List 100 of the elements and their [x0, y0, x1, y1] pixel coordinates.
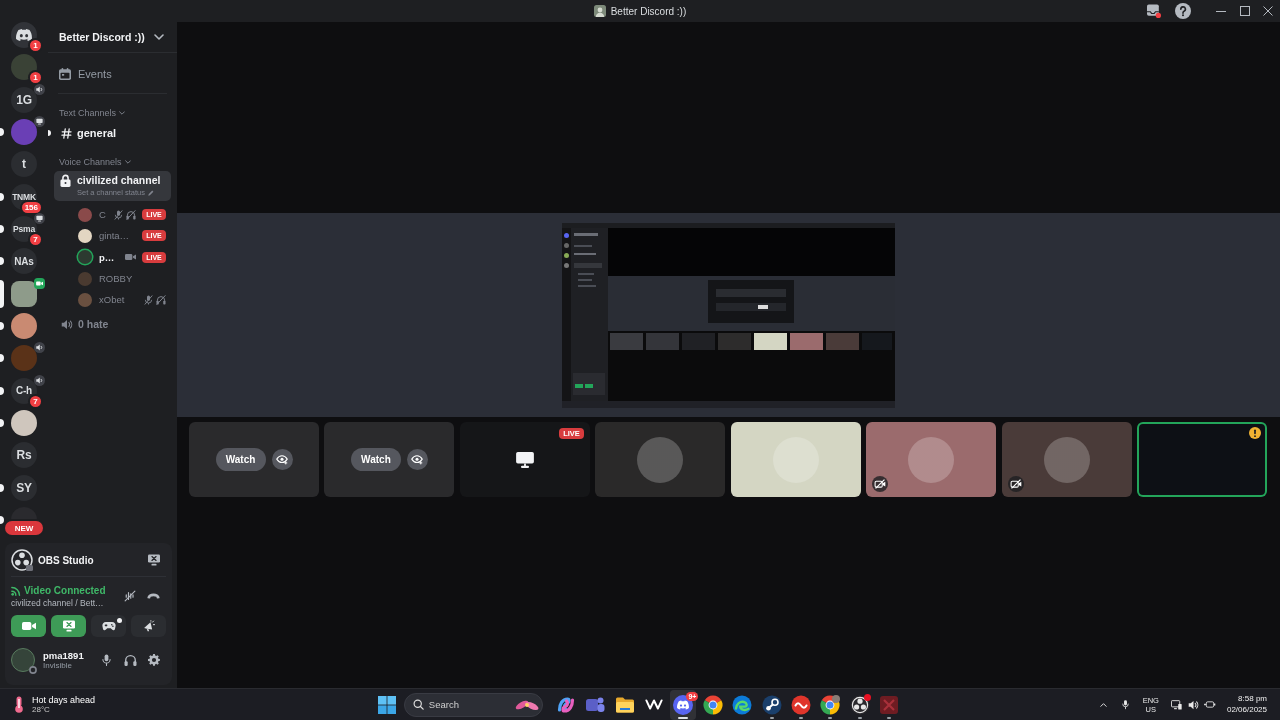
participant-tile[interactable]: [1001, 422, 1132, 497]
running-indicator: [769, 716, 774, 719]
search-field[interactable]: Search: [403, 692, 543, 717]
voice-user-name: ginta…: [99, 230, 131, 242]
stream-tile[interactable]: Watch: [189, 422, 320, 497]
running-indicator: [857, 716, 862, 719]
monitor-x-icon: [61, 620, 76, 632]
x-square-icon: [879, 694, 900, 715]
participant-tile[interactable]: [866, 422, 997, 497]
preview-button[interactable]: [271, 449, 293, 470]
unread-marker-icon: [0, 483, 4, 492]
server-icon[interactable]: [11, 409, 37, 436]
wave-icon: [732, 694, 753, 715]
screen-icon: [34, 116, 45, 127]
unread-marker-icon: [0, 257, 4, 266]
server-icon[interactable]: SY: [11, 474, 37, 501]
participant-tile[interactable]: [595, 422, 726, 497]
running-indicator: [798, 716, 803, 719]
mic-icon[interactable]: [1121, 699, 1129, 710]
connection-status: Video Connected: [24, 585, 106, 596]
mention-badge: 7: [30, 395, 41, 407]
rod-icon: [761, 694, 782, 715]
person-avatar-icon: [593, 5, 606, 17]
server-icon[interactable]: NAs: [11, 248, 37, 275]
server-icon[interactable]: t: [11, 151, 37, 178]
text-channel[interactable]: general: [54, 123, 171, 143]
chevron-up-icon[interactable]: [1099, 702, 1107, 707]
headphones-icon[interactable]: [124, 654, 137, 666]
search-icon: [412, 699, 424, 710]
category-header[interactable]: Text Channels: [48, 107, 177, 119]
chevron-down-icon: [119, 111, 126, 115]
watch-button[interactable]: Watch: [215, 448, 266, 471]
soundboard-button[interactable]: [131, 615, 166, 637]
three-dot-ring-icon: [11, 549, 33, 571]
server-icon[interactable]: [11, 280, 37, 307]
unread-marker-icon: [0, 418, 4, 427]
maximize-icon[interactable]: [1240, 6, 1250, 16]
server-icon[interactable]: [11, 54, 37, 81]
phone-hangup-icon[interactable]: [147, 593, 160, 599]
connected-channel: civilized channel / Bett…: [11, 598, 105, 608]
warning-icon: [1249, 427, 1261, 439]
new-unreads-badge[interactable]: NEW: [5, 521, 43, 535]
preview-button[interactable]: [406, 449, 428, 470]
ring-profile-icon: [820, 694, 841, 715]
category-header[interactable]: Voice Channels: [48, 156, 177, 168]
mention-badge: 1: [30, 40, 41, 51]
camera-tile[interactable]: [1136, 422, 1267, 497]
screen-icon: [34, 212, 45, 224]
disc-icon: [790, 694, 811, 715]
voice-channel[interactable]: 0 hate: [54, 314, 171, 335]
participant-tile[interactable]: [730, 422, 861, 497]
speaker-icon: [34, 83, 45, 95]
alert-dot-icon: [863, 693, 871, 701]
zigzag-icon: [645, 699, 663, 710]
speaker-icon: [34, 374, 45, 386]
mention-badge: 7: [30, 233, 41, 245]
mic-icon[interactable]: [102, 654, 111, 666]
mention-badge: 1: [30, 72, 41, 84]
unread-marker-icon: [0, 515, 4, 524]
minimize-icon[interactable]: [1216, 10, 1226, 12]
unread-marker-icon: [48, 130, 51, 136]
server-icon[interactable]: 1G: [11, 86, 37, 113]
video-camera-icon: [21, 621, 36, 631]
gamepad-icon: [101, 621, 116, 631]
settings-icon[interactable]: [148, 654, 160, 666]
inbox-icon[interactable]: [1147, 4, 1161, 18]
server-icon[interactable]: [11, 312, 37, 339]
server-icon[interactable]: [11, 22, 37, 48]
watch-button[interactable]: Watch: [350, 448, 401, 471]
unread-marker-icon: [0, 192, 4, 201]
screen-share-button[interactable]: [51, 615, 86, 637]
unread-marker-icon: [0, 321, 4, 330]
unread-marker-icon: [0, 354, 4, 363]
eye-plus-icon: [411, 454, 424, 465]
activity-button[interactable]: [91, 615, 126, 637]
help-icon[interactable]: [1175, 3, 1191, 19]
stream-tile[interactable]: Watch: [324, 422, 455, 497]
user-status: Invisible: [43, 661, 73, 670]
waveform-slash-icon[interactable]: [124, 590, 136, 602]
events-button[interactable]: Events: [54, 61, 171, 87]
mention-badge: 156: [21, 201, 41, 213]
voice-user-name: p…: [99, 251, 116, 263]
devices-icon[interactable]: [1170, 699, 1182, 710]
start-icon[interactable]: [377, 695, 396, 714]
voice-user-name: xObet: [99, 294, 126, 306]
speaker-icon[interactable]: [1187, 699, 1199, 710]
streaming-app-name: OBS Studio: [38, 554, 95, 566]
clock-button[interactable]: 8:58 pm 02/06/2025: [1226, 694, 1267, 715]
hash-icon: [61, 127, 72, 139]
app-logo-icon: [16, 29, 32, 41]
status-ring-icon: [29, 666, 37, 674]
server-icon[interactable]: Rs: [11, 442, 37, 469]
camera-button[interactable]: [11, 615, 46, 637]
voice-user-name: ROBBY: [99, 273, 134, 285]
close-icon[interactable]: [1263, 6, 1273, 16]
chevron-down-icon: [154, 34, 164, 40]
battery-icon[interactable]: [1203, 700, 1216, 709]
monitor-x-icon[interactable]: [147, 554, 161, 566]
unread-marker-icon: [0, 224, 4, 233]
user-avatar: [11, 648, 35, 672]
